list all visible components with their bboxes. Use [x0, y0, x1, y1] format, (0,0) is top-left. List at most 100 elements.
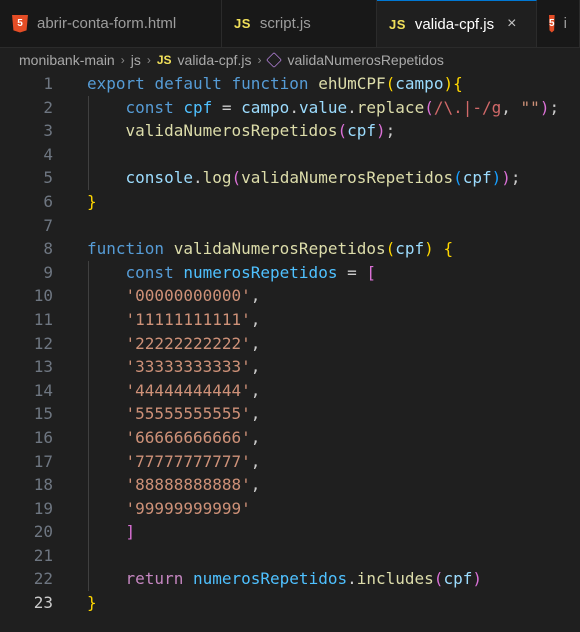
code-text: '88888888888', — [87, 473, 261, 497]
code-token: cpf — [183, 97, 213, 117]
code-line[interactable]: 5 console.log(validaNumerosRepetidos(cpf… — [0, 166, 580, 190]
code-line[interactable]: 3 validaNumerosRepetidos(cpf); — [0, 119, 580, 143]
code-line[interactable]: 17 '77777777777', — [0, 450, 580, 474]
code-token: validaNumerosRepetidos — [241, 168, 454, 188]
code-token: , — [250, 333, 261, 353]
chevron-right-icon: › — [257, 53, 262, 67]
code-token: '88888888888' — [125, 475, 251, 495]
code-token: [ — [366, 262, 376, 282]
code-token: , — [250, 404, 261, 424]
code-line[interactable]: 6} — [0, 190, 580, 214]
close-icon[interactable]: × — [507, 15, 516, 33]
code-line[interactable]: 13 '33333333333', — [0, 355, 580, 379]
tab-script[interactable]: JS script.js — [222, 0, 377, 47]
code-line[interactable]: 18 '88888888888', — [0, 473, 580, 497]
code-token: ) — [491, 168, 502, 188]
code-token: const — [125, 97, 184, 117]
code-line[interactable]: 19 '99999999999' — [0, 497, 580, 521]
tab-abrir-conta-form[interactable]: 5 abrir-conta-form.html — [0, 0, 222, 47]
code-line[interactable]: 8 function validaNumerosRepetidos(cpf) { — [0, 237, 580, 261]
tab-valida-cpf[interactable]: JS valida-cpf.js × — [377, 0, 537, 47]
code-line[interactable]: 1 export default function ehUmCPF(campo){ — [0, 72, 580, 96]
code-text: '00000000000', — [87, 284, 261, 308]
code-token: function — [231, 74, 319, 93]
code-line[interactable]: 14 '44444444444', — [0, 379, 580, 403]
code-line[interactable]: 7 — [0, 214, 580, 238]
tab-next[interactable]: 5 i — [537, 0, 580, 47]
code-text: export default function ehUmCPF(campo){ — [87, 72, 463, 96]
code-token: , — [250, 451, 261, 471]
code-token: '11111111111' — [125, 309, 251, 329]
code-line[interactable]: 4 — [0, 143, 580, 167]
code-text: '11111111111', — [87, 308, 261, 332]
code-token: } — [87, 191, 97, 211]
code-token: , — [250, 286, 261, 306]
code-token: ) — [472, 569, 482, 589]
code-token: '33333333333' — [125, 357, 251, 377]
code-token: ; — [510, 168, 521, 188]
code-text: validaNumerosRepetidos(cpf); — [87, 119, 396, 143]
code-token: ) — [443, 74, 454, 93]
code-token: . — [347, 569, 357, 589]
code-line[interactable]: 15 '55555555555', — [0, 402, 580, 426]
code-text: '22222222222', — [87, 332, 261, 356]
tab-label: script.js — [259, 15, 311, 32]
breadcrumb-symbol[interactable]: validaNumerosRepetidos — [287, 52, 443, 68]
js-icon: JS — [389, 16, 406, 32]
code-token: const — [125, 262, 184, 282]
code-line[interactable]: 20 ] — [0, 520, 580, 544]
tab-label: valida-cpf.js — [414, 15, 495, 33]
line-number: 19 — [33, 498, 53, 518]
chevron-right-icon: › — [146, 53, 151, 67]
line-number: 7 — [43, 215, 53, 235]
code-text: return numerosRepetidos.includes(cpf) — [87, 567, 482, 591]
code-line[interactable]: 16 '66666666666', — [0, 426, 580, 450]
code-line[interactable]: 9 const numerosRepetidos = [ — [0, 261, 580, 285]
code-line[interactable]: 23} — [0, 591, 580, 615]
line-number: 17 — [33, 451, 53, 471]
code-line[interactable]: 11 '11111111111', — [0, 308, 580, 332]
html5-icon: 5 — [12, 14, 28, 33]
line-number: 4 — [43, 144, 53, 164]
breadcrumb-folder[interactable]: monibank-main — [19, 52, 115, 68]
code-token: export — [87, 74, 155, 93]
line-number: 8 — [43, 239, 53, 259]
code-token: { — [453, 74, 463, 93]
code-token: value — [298, 97, 348, 117]
code-text: console.log(validaNumerosRepetidos(cpf))… — [87, 166, 521, 190]
code-text: '99999999999' — [87, 497, 251, 521]
code-token: = — [212, 97, 242, 117]
tab-label: abrir-conta-form.html — [37, 15, 177, 32]
code-line[interactable]: 21 — [0, 544, 580, 568]
code-text: const cpf = campo.value.replace(/\.|-/g,… — [87, 96, 560, 120]
line-number: 6 — [43, 191, 53, 211]
code-token: '00000000000' — [125, 286, 251, 306]
breadcrumb: monibank-main › js › JS valida-cpf.js › … — [0, 48, 580, 72]
symbol-method-icon — [266, 52, 283, 68]
code-editor[interactable]: 1 export default function ehUmCPF(campo){… — [0, 72, 580, 632]
code-token: campo — [241, 97, 290, 117]
code-line[interactable]: 10 '00000000000', — [0, 284, 580, 308]
code-token: . — [289, 97, 299, 117]
code-token: } — [87, 593, 97, 613]
code-token: includes — [356, 569, 434, 589]
code-token: cpf — [395, 239, 425, 259]
line-number: 23 — [33, 593, 53, 613]
code-text: } — [87, 190, 97, 214]
editor-tab-bar: 5 abrir-conta-form.html JS script.js JS … — [0, 0, 580, 48]
code-line[interactable]: 12 '22222222222', — [0, 332, 580, 356]
code-line[interactable]: 22 return numerosRepetidos.includes(cpf) — [0, 567, 580, 591]
breadcrumb-folder[interactable]: js — [131, 52, 141, 68]
code-line[interactable]: 2 const cpf = campo.value.replace(/\.|-/… — [0, 96, 580, 120]
code-token: '44444444444' — [125, 380, 251, 400]
line-number: 9 — [43, 262, 53, 282]
breadcrumb-file[interactable]: valida-cpf.js — [178, 52, 252, 68]
code-text: '77777777777', — [87, 450, 261, 474]
line-number: 15 — [33, 404, 53, 424]
